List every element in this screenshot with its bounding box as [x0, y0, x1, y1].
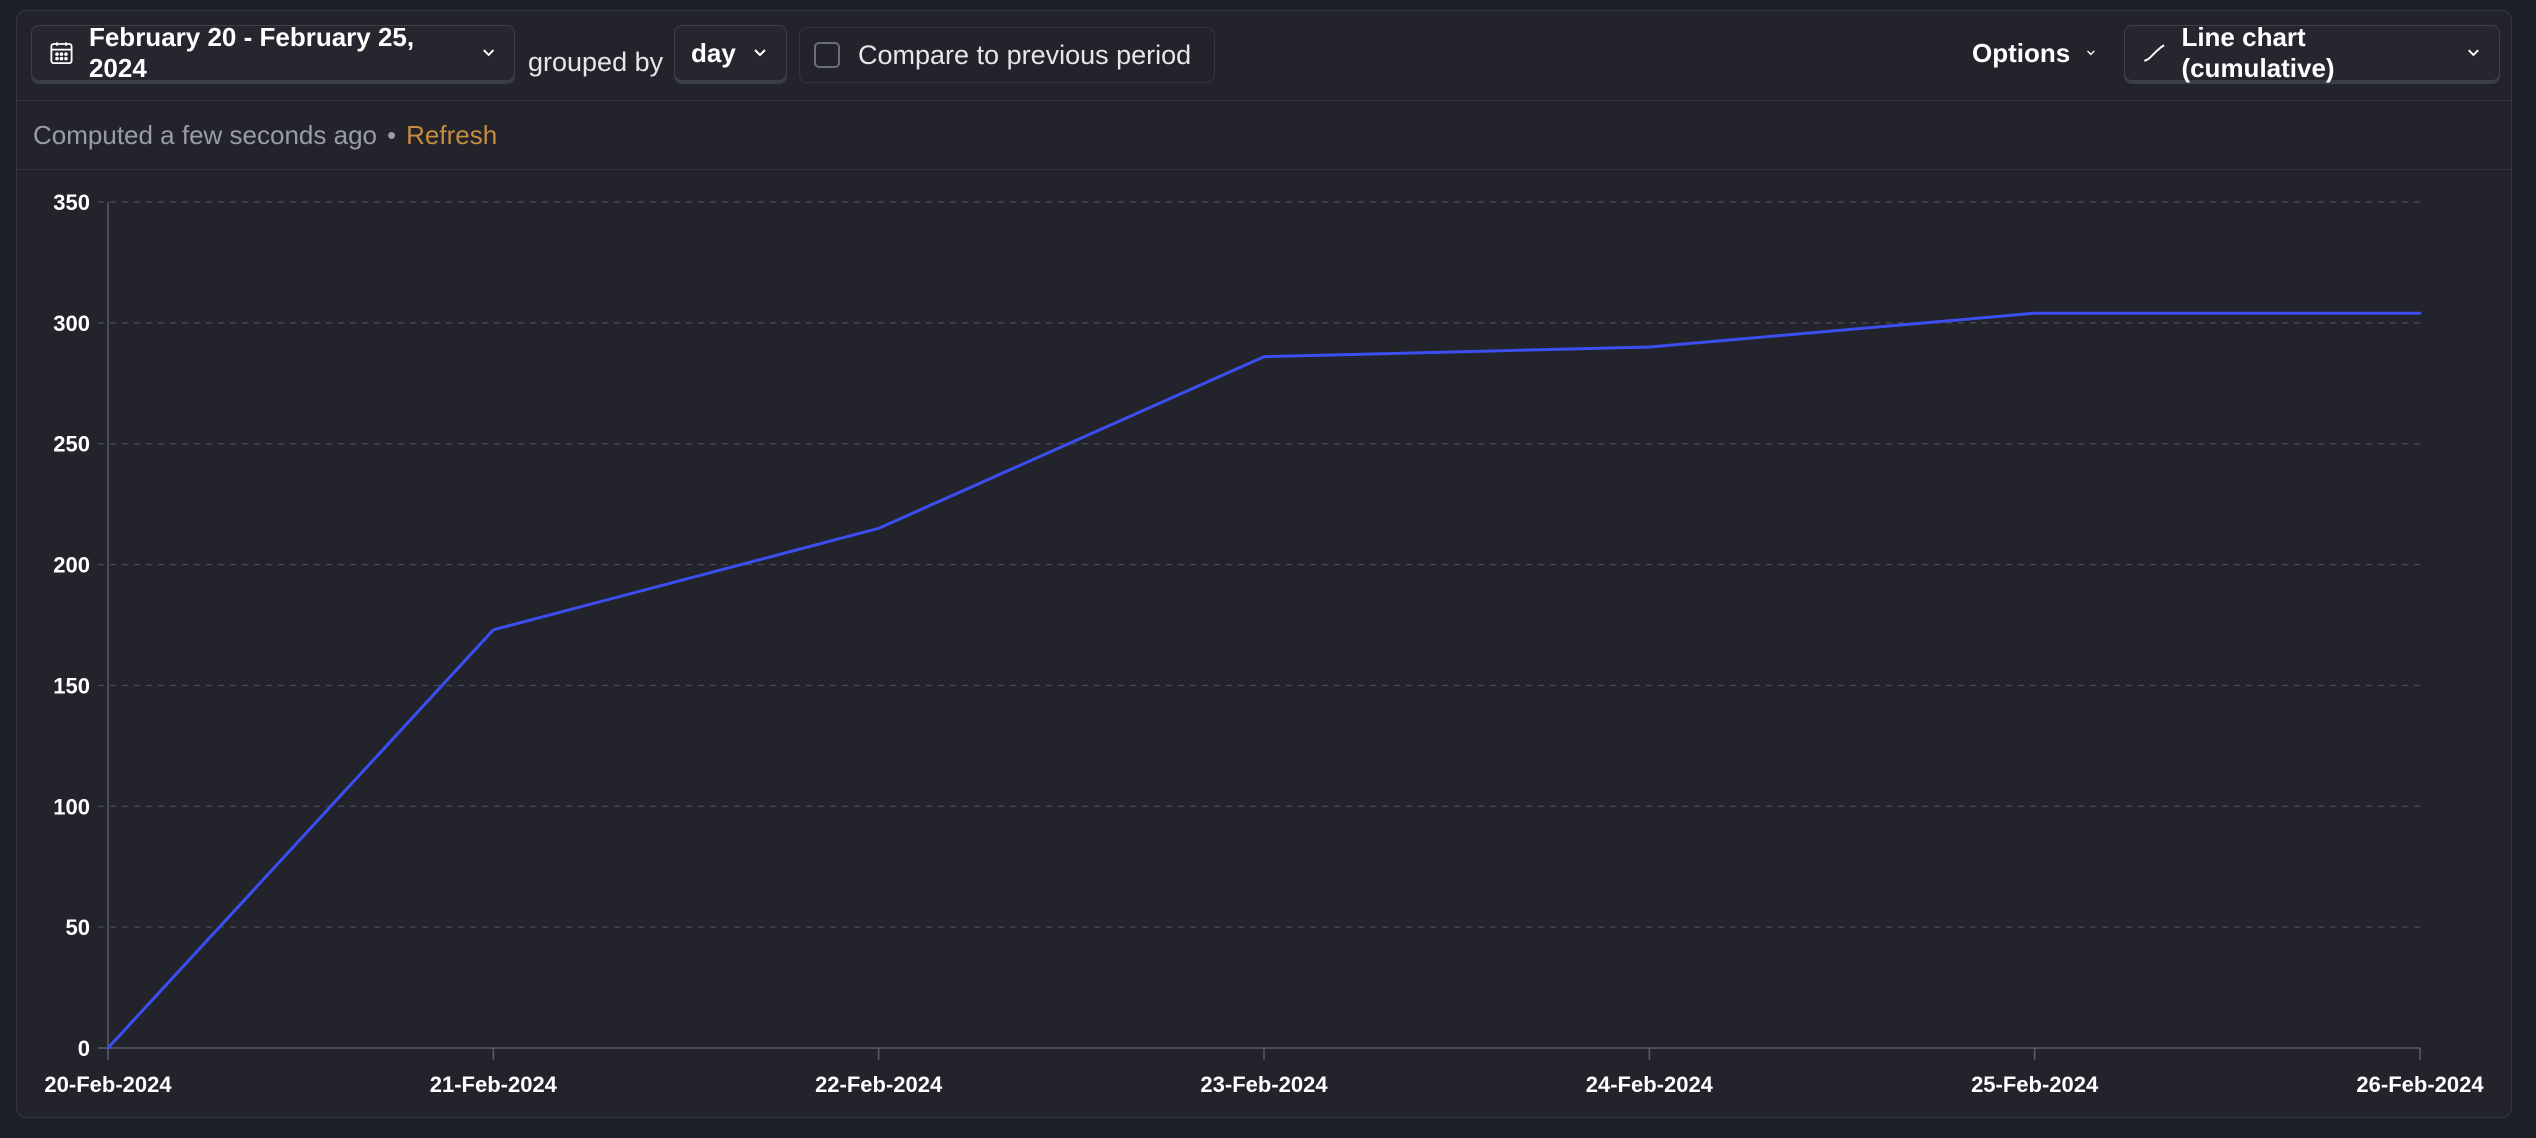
insight-panel: February 20 - February 25, 2024 grouped … — [16, 10, 2512, 1118]
x-tick-label: 25-Feb-2024 — [1971, 1072, 2099, 1097]
x-tick-label: 24-Feb-2024 — [1586, 1072, 1714, 1097]
y-tick-label: 250 — [53, 432, 90, 457]
y-tick-label: 200 — [53, 553, 90, 578]
line-chart: 0 50 100 150 200 250 300 350 20-Feb-2024 21-Feb-2… — [44, 190, 2484, 1097]
y-tick-label: 0 — [78, 1036, 90, 1061]
y-tick-label: 150 — [53, 673, 90, 698]
x-tick-label: 22-Feb-2024 — [815, 1072, 943, 1097]
x-tick-label: 23-Feb-2024 — [1200, 1072, 1328, 1097]
y-tick-label: 300 — [53, 311, 90, 336]
x-tick-label: 20-Feb-2024 — [44, 1072, 172, 1097]
y-tick-label: 350 — [53, 190, 90, 215]
x-tick-label: 21-Feb-2024 — [430, 1072, 558, 1097]
series-line — [106, 311, 2422, 1050]
x-tick-label: 26-Feb-2024 — [2356, 1072, 2484, 1097]
y-tick-label: 50 — [66, 915, 90, 940]
y-tick-label: 100 — [53, 794, 90, 819]
